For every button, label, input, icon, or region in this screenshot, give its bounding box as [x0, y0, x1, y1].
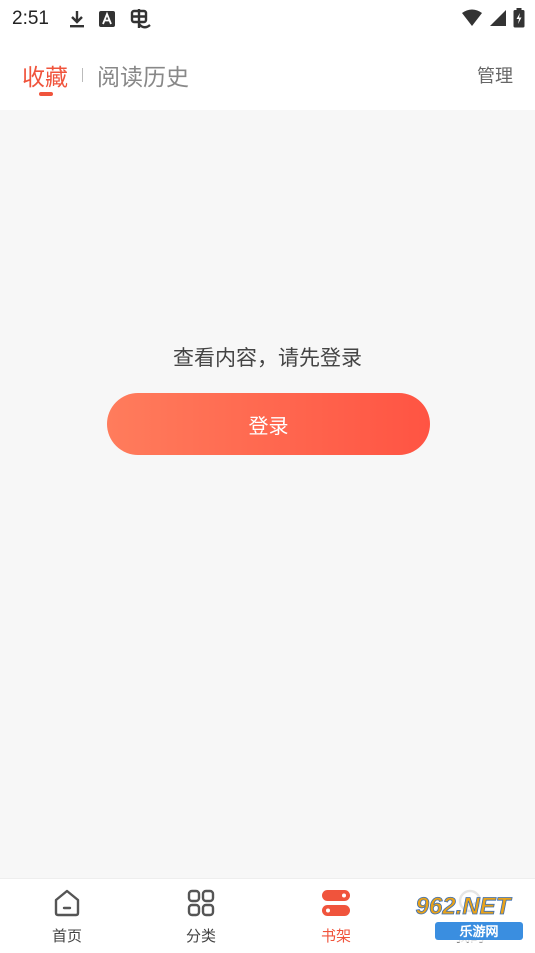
login-prompt: 查看内容，请先登录 — [173, 346, 362, 370]
watermark-logo: 962.NET 乐游网 — [401, 888, 525, 942]
bookshelf-icon — [322, 890, 350, 916]
bug-icon — [130, 9, 151, 29]
tab-reading-history[interactable]: 阅读历史 — [97, 58, 189, 92]
login-button-label: 登录 — [248, 413, 289, 438]
nav-label-home: 首页 — [51, 927, 82, 945]
manage-button[interactable]: 管理 — [477, 62, 513, 88]
wifi-icon — [462, 9, 482, 26]
nav-label-category: 分类 — [185, 927, 216, 945]
tab-active-indicator — [39, 92, 53, 96]
nav-item-bookshelf[interactable]: 书架 — [286, 887, 386, 946]
app-a-icon — [99, 11, 115, 27]
watermark-line2: 乐游网 — [459, 924, 498, 940]
tab-divider — [82, 68, 83, 82]
status-bar: 2:51 — [0, 0, 535, 40]
status-icons-left — [68, 8, 152, 30]
status-time: 2:51 — [12, 8, 49, 29]
status-icons-right — [461, 8, 525, 28]
battery-icon — [513, 8, 525, 28]
nav-item-home[interactable]: 首页 — [17, 887, 117, 946]
tab-favorites[interactable]: 收藏 — [22, 58, 68, 92]
grid-icon — [187, 889, 215, 917]
download-icon — [70, 11, 84, 28]
nav-item-category[interactable]: 分类 — [151, 887, 251, 946]
home-icon — [54, 889, 80, 917]
main-content: 查看内容，请先登录 登录 — [0, 110, 535, 878]
header: 收藏 阅读历史 管理 — [0, 40, 535, 110]
watermark-line1: 962.NET — [416, 893, 513, 920]
nav-label-bookshelf: 书架 — [320, 927, 351, 945]
signal-icon — [490, 10, 506, 26]
login-button[interactable]: 登录 — [107, 393, 430, 455]
